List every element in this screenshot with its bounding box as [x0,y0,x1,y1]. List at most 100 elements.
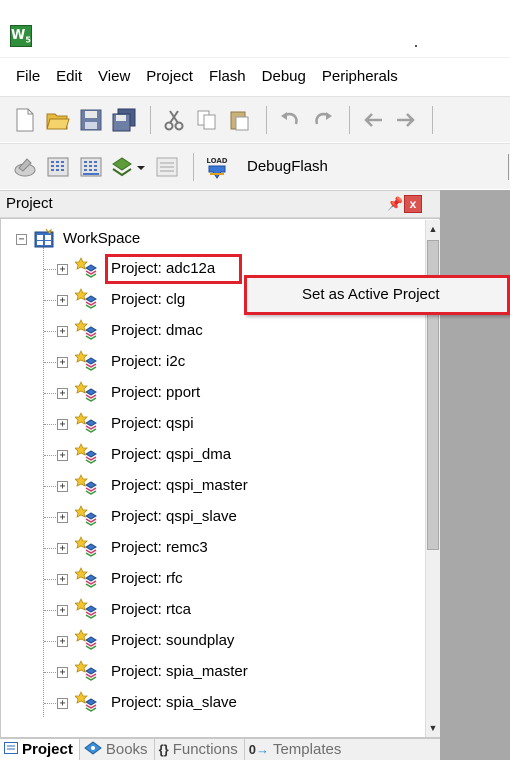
collapse-icon[interactable]: − [16,234,27,245]
menu-project[interactable]: Project [138,64,201,89]
project-icon [75,288,97,309]
paste-icon[interactable] [225,105,255,135]
pane-title: Project [6,195,53,212]
expand-icon[interactable]: + [57,698,68,709]
project-label: Project: rfc [111,570,183,587]
pane-tabs: Project Books {} Functions 0→ Templates [0,738,440,760]
project-label: Project: soundplay [111,632,235,649]
scroll-down-icon[interactable]: ▼ [426,719,440,737]
project-label: Project: pport [111,384,201,401]
expand-icon[interactable]: + [57,667,68,678]
open-folder-icon[interactable] [43,105,73,135]
project-label: Project: qspi_slave [111,508,237,525]
expand-icon[interactable]: + [57,295,68,306]
project-icon [75,536,97,557]
menu-edit[interactable]: Edit [48,64,90,89]
expand-icon[interactable]: + [57,574,68,585]
toolbar-edge [508,154,509,180]
undo-icon[interactable] [275,105,305,135]
tree-connector [44,486,56,487]
load-icon[interactable]: LOAD [202,152,232,182]
expand-icon[interactable]: + [57,636,68,647]
project-icon [75,381,97,402]
redo-icon[interactable] [308,105,338,135]
project-icon [75,257,97,278]
tab-functions[interactable]: {} Functions [155,738,245,760]
title-dot [415,45,417,47]
project-row[interactable]: + Project: pport [1,378,425,408]
new-file-icon[interactable] [10,105,40,135]
toolbar-separator [266,105,267,134]
build-toolbar: LOAD DebugFlash [0,143,510,189]
tree-connector [44,300,56,301]
expand-icon[interactable]: + [57,512,68,523]
project-row[interactable]: + Project: qspi_slave [1,502,425,532]
translate-icon[interactable] [10,152,40,182]
context-menu: Set as Active Project [244,275,510,315]
tab-project[interactable]: Project [0,738,80,760]
pin-icon[interactable]: 📌 [387,197,403,212]
project-icon [75,350,97,371]
tree-connector [44,455,56,456]
tree-connector [44,331,56,332]
expand-icon[interactable]: + [57,481,68,492]
project-row[interactable]: + Project: i2c [1,347,425,377]
save-icon[interactable] [76,105,106,135]
expand-icon[interactable]: + [57,605,68,616]
build-icon[interactable] [43,152,73,182]
project-icon [75,505,97,526]
expand-icon[interactable]: + [57,357,68,368]
title-bar: W5 [0,0,510,58]
tree-connector [44,269,56,270]
expand-icon[interactable]: + [57,388,68,399]
batch-build-icon[interactable] [109,152,149,182]
project-label: Project: rtca [111,601,192,618]
workspace-row[interactable]: − WorkSpace [1,224,425,254]
expand-icon[interactable]: + [57,450,68,461]
nav-back-icon[interactable] [358,105,388,135]
project-row[interactable]: + Project: remc3 [1,533,425,563]
menu-debug[interactable]: Debug [254,64,314,89]
workspace-label: WorkSpace [63,230,141,247]
project-icon [75,474,97,495]
stop-build-icon[interactable] [152,152,182,182]
menu-file[interactable]: File [8,64,48,89]
tree-connector [44,517,56,518]
project-row[interactable]: + Project: qspi [1,409,425,439]
menu-flash[interactable]: Flash [201,64,254,89]
expand-icon[interactable]: + [57,326,68,337]
project-row[interactable]: + Project: rfc [1,564,425,594]
app-icon[interactable]: W5 [10,25,32,47]
rebuild-icon[interactable] [76,152,106,182]
target-label[interactable]: DebugFlash [247,158,328,175]
tab-books[interactable]: Books [80,738,155,760]
set-active-project-item[interactable]: Set as Active Project [302,286,440,303]
cut-icon[interactable] [159,105,189,135]
project-row[interactable]: + Project: qspi_dma [1,440,425,470]
project-icon [75,598,97,619]
close-icon[interactable]: x [404,195,422,213]
scroll-up-icon[interactable]: ▲ [426,220,440,238]
tab-templates[interactable]: 0→ Templates [245,739,348,760]
project-icon [75,567,97,588]
project-row[interactable]: + Project: dmac [1,316,425,346]
save-all-icon[interactable] [109,105,139,135]
project-row[interactable]: + Project: spia_slave [1,688,425,718]
project-icon [75,319,97,340]
project-tab-icon [4,742,18,757]
expand-icon[interactable]: + [57,543,68,554]
copy-icon[interactable] [192,105,222,135]
project-row[interactable]: + Project: spia_master [1,657,425,687]
standard-toolbar [0,96,510,142]
toolbar-separator [432,105,433,134]
highlighted-project-outline [105,254,242,284]
project-row[interactable]: + Project: qspi_master [1,471,425,501]
tree-connector [44,703,56,704]
nav-forward-icon[interactable] [391,105,421,135]
menu-view[interactable]: View [90,64,138,89]
project-row[interactable]: + Project: soundplay [1,626,425,656]
project-row[interactable]: + Project: rtca [1,595,425,625]
menu-peripherals[interactable]: Peripherals [314,64,406,89]
expand-icon[interactable]: + [57,264,68,275]
expand-icon[interactable]: + [57,419,68,430]
